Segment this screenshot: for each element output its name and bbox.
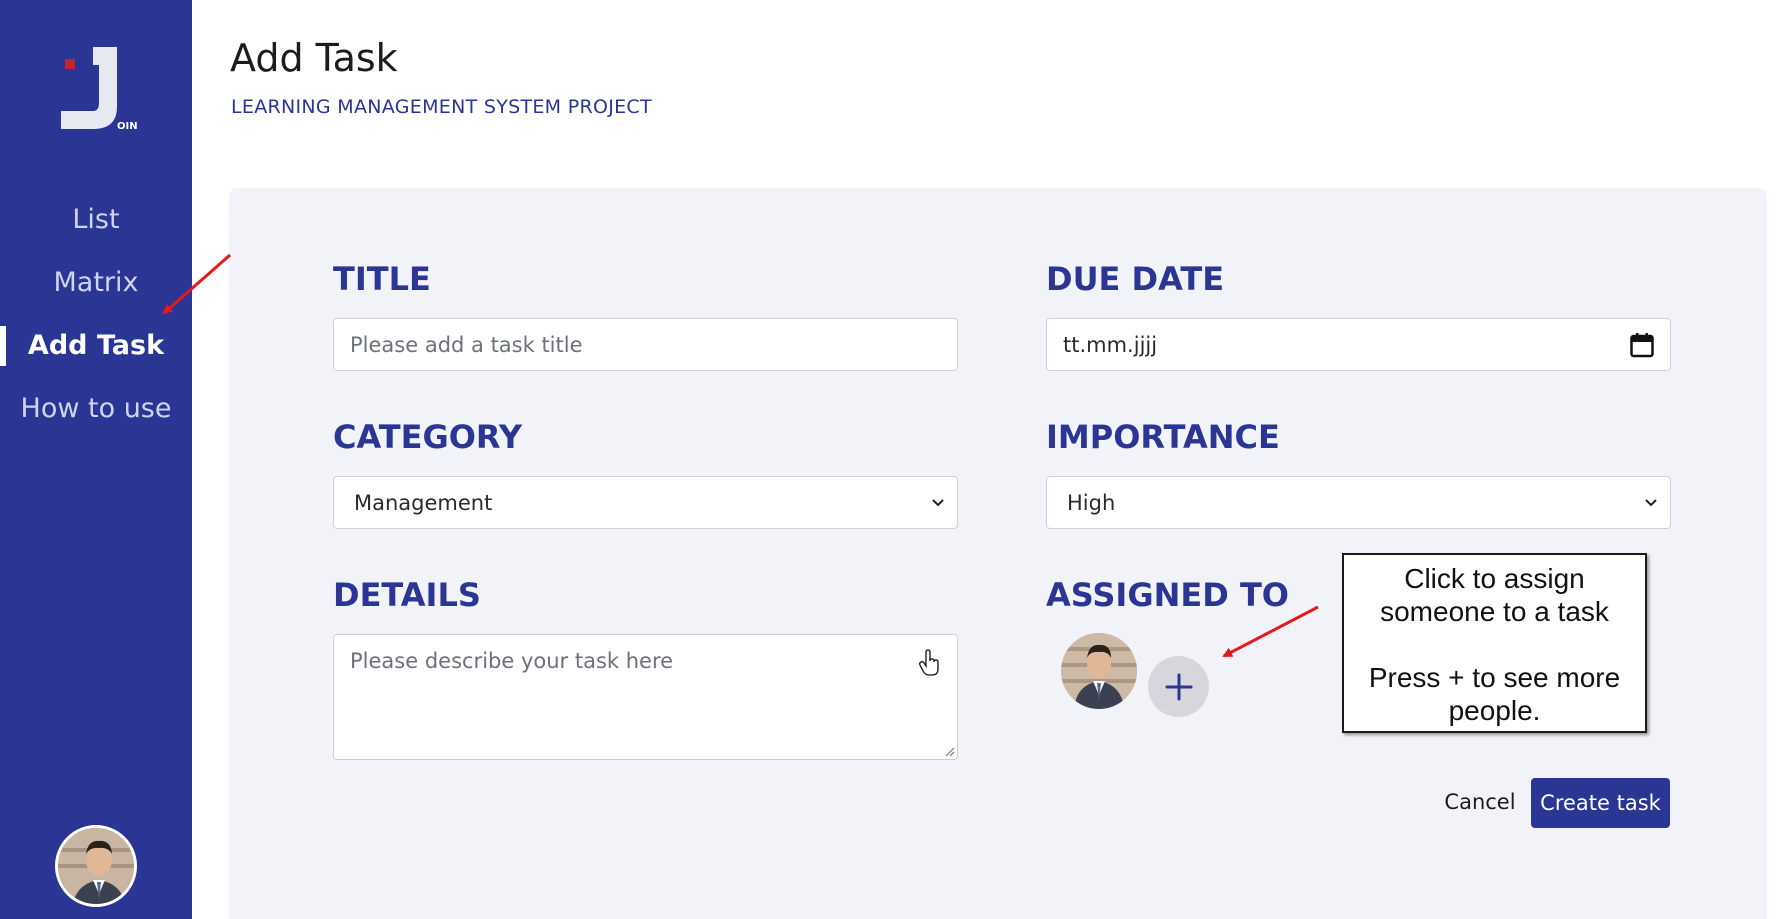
chevron-down-icon bbox=[1645, 498, 1657, 506]
join-logo[interactable]: OIN bbox=[55, 45, 145, 135]
sidebar-item-label: Add Task bbox=[27, 330, 165, 361]
project-name: LEARNING MANAGEMENT SYSTEM PROJECT bbox=[231, 96, 652, 118]
page-title: Add Task bbox=[230, 36, 398, 80]
importance-value: High bbox=[1067, 490, 1116, 515]
sidebar-item-add-task[interactable]: Add Task bbox=[0, 314, 192, 377]
details-label: DETAILS bbox=[333, 576, 481, 614]
due-date-value: tt.mm.jjjj bbox=[1063, 332, 1158, 357]
assigned-to-label: ASSIGNED TO bbox=[1046, 576, 1289, 614]
person-photo-icon bbox=[1061, 633, 1137, 709]
details-placeholder: Please describe your task here bbox=[350, 649, 674, 673]
sidebar-item-matrix[interactable]: Matrix bbox=[0, 251, 192, 314]
annotation-text: Press + to see more bbox=[1368, 662, 1621, 693]
sidebar-item-how-to-use[interactable]: How to use bbox=[0, 377, 192, 440]
hand-cursor-icon bbox=[919, 649, 939, 676]
annotation-text: Click to assign bbox=[1404, 563, 1585, 594]
due-date-label: DUE DATE bbox=[1046, 260, 1225, 298]
annotation-text: someone to a task bbox=[1380, 596, 1609, 627]
resize-handle-icon[interactable] bbox=[943, 745, 955, 757]
importance-select[interactable]: High bbox=[1046, 476, 1671, 529]
importance-label: IMPORTANCE bbox=[1046, 418, 1280, 456]
cancel-button[interactable]: Cancel bbox=[1440, 778, 1520, 826]
annotation-text: people. bbox=[1448, 695, 1541, 726]
title-label: TITLE bbox=[333, 260, 431, 298]
sidebar-item-list[interactable]: List bbox=[0, 188, 192, 251]
chevron-down-icon bbox=[932, 498, 944, 506]
create-task-button[interactable]: Create task bbox=[1531, 778, 1670, 828]
sidebar-nav: List Matrix Add Task How to use bbox=[0, 188, 192, 440]
category-label: CATEGORY bbox=[333, 418, 522, 456]
title-input[interactable]: Please add a task title bbox=[333, 318, 958, 371]
sidebar-item-label: How to use bbox=[20, 393, 172, 424]
calendar-icon[interactable] bbox=[1630, 332, 1654, 358]
details-textarea[interactable]: Please describe your task here bbox=[333, 634, 958, 760]
person-photo-icon bbox=[58, 828, 134, 904]
add-assignee-button[interactable] bbox=[1148, 656, 1209, 717]
category-select[interactable]: Management bbox=[333, 476, 958, 529]
category-value: Management bbox=[354, 490, 493, 515]
svg-text:OIN: OIN bbox=[117, 121, 138, 132]
plus-icon bbox=[1165, 673, 1192, 700]
due-date-input[interactable]: tt.mm.jjjj bbox=[1046, 318, 1671, 371]
title-placeholder: Please add a task title bbox=[350, 332, 583, 357]
sidebar-item-label: Matrix bbox=[53, 267, 139, 298]
sidebar: OIN List Matrix Add Task How to use bbox=[0, 0, 192, 919]
user-avatar[interactable] bbox=[55, 825, 137, 907]
sidebar-item-label: List bbox=[72, 204, 120, 235]
assignee-avatar[interactable] bbox=[1061, 633, 1137, 709]
annotation-callout: Click to assign someone to a task Press … bbox=[1342, 553, 1647, 733]
